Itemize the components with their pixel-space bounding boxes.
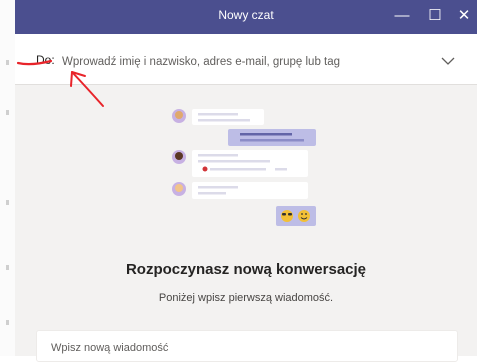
edge-mark	[6, 110, 9, 115]
avatar-face	[175, 111, 183, 119]
message-row-2	[172, 150, 308, 177]
message-row-1	[172, 109, 264, 125]
edge-mark	[6, 200, 9, 205]
empty-state-subheading: Poniżej wpisz pierwszą wiadomość.	[158, 292, 334, 304]
recipient-bar: Do:	[15, 34, 477, 85]
edge-mark	[6, 265, 9, 270]
avatar-face	[175, 184, 183, 192]
chevron-down-icon[interactable]	[437, 50, 459, 72]
empty-state-heading: Rozpoczynasz nową konwersację	[125, 261, 367, 278]
new-chat-window: Nowy czat — ☐ ✕ Do: Wprowadź imię i nazw…	[15, 0, 477, 362]
own-message-bubble	[228, 129, 316, 146]
sunglasses-emoji	[281, 210, 293, 222]
reaction-icon	[202, 166, 208, 172]
message-bubble	[192, 109, 264, 125]
compose-box[interactable]	[36, 330, 458, 362]
maximize-button[interactable]: ☐	[423, 4, 447, 28]
chat-illustration	[172, 109, 316, 226]
close-button[interactable]: ✕	[452, 4, 476, 28]
recipient-input[interactable]	[60, 52, 424, 72]
minimize-button[interactable]: —	[390, 4, 414, 28]
title-bar: Nowy czat — ☐ ✕	[15, 0, 477, 34]
message-input[interactable]	[49, 338, 443, 358]
edge-mark	[6, 60, 9, 65]
to-label: Do:	[36, 53, 55, 67]
smiley-emoji	[298, 210, 310, 222]
avatar-face	[175, 152, 183, 160]
message-bubble	[192, 182, 308, 199]
background-window-edge	[0, 0, 16, 356]
edge-mark	[6, 320, 9, 325]
message-row-own	[228, 129, 316, 146]
message-row-3	[172, 182, 308, 199]
emoji-reply-bubble	[276, 206, 316, 226]
